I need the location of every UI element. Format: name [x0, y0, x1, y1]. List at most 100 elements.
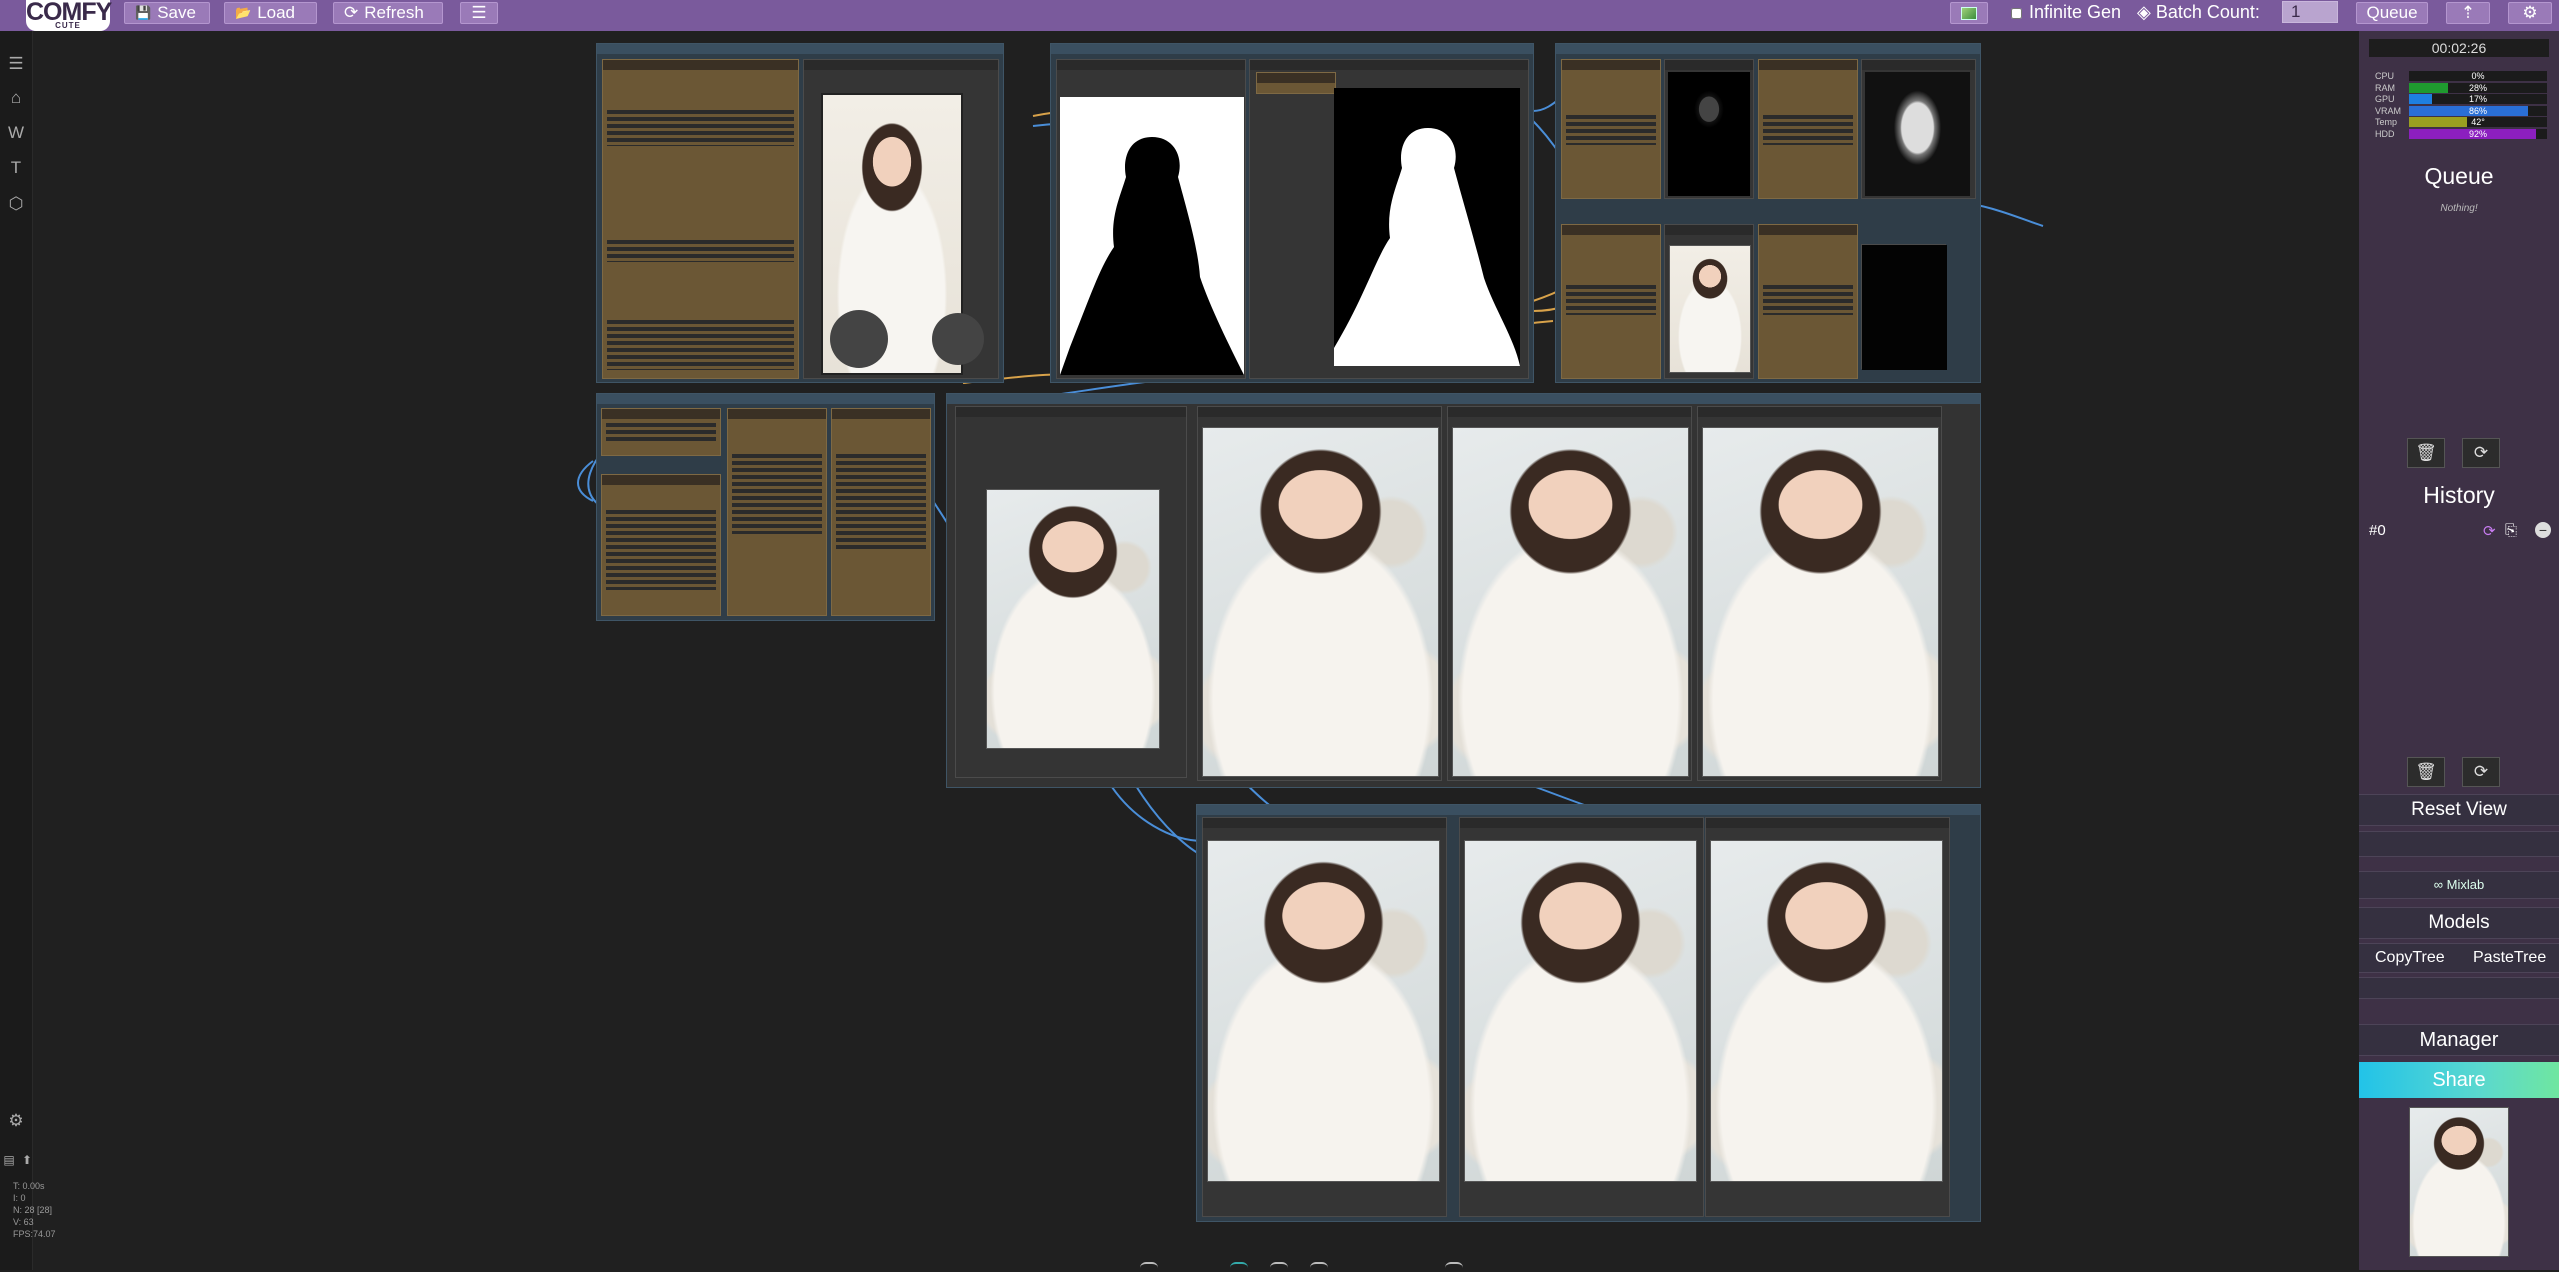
monitor-value: 86%	[2468, 105, 2487, 116]
monitor-row-ram: RAM 28%	[2375, 82, 2547, 94]
node-preview-input[interactable]	[803, 59, 999, 379]
home-icon[interactable]: ⌂	[5, 87, 27, 109]
save-button[interactable]: 💾 Save	[124, 2, 210, 24]
load-file-icon[interactable]: ⎘	[2505, 522, 2517, 539]
group-mask[interactable]	[1050, 43, 1534, 383]
copy-tree-button[interactable]: CopyTree	[2375, 944, 2445, 972]
node-upscaled-1[interactable]	[1202, 817, 1447, 1217]
w-letter: W	[7, 123, 25, 142]
node-widgets[interactable]	[607, 110, 794, 146]
group-results[interactable]	[946, 393, 1981, 788]
node-depth-settings[interactable]	[1758, 59, 1858, 199]
right-panel: 00:02:26 CPU 0% RAM 28% GPU 17% VRAM 86% Temp 42°…	[2359, 31, 2559, 1270]
monitor-label: Temp	[2375, 117, 2398, 127]
node-ksampler[interactable]	[727, 408, 827, 616]
paste-tree-button[interactable]: PasteTree	[2473, 944, 2546, 972]
result-image-3	[1702, 427, 1939, 777]
refresh-icon: ⟳	[2473, 443, 2489, 462]
node-pose-settings[interactable]	[1561, 224, 1661, 379]
refresh-queue-button[interactable]: ⟳	[2462, 438, 2500, 468]
node-color-preview[interactable]	[1664, 224, 1754, 379]
t-icon[interactable]: T	[5, 157, 27, 179]
silhouette-white	[1334, 128, 1520, 366]
node-upscaled-2[interactable]	[1459, 817, 1704, 1217]
queue-front-button[interactable]: ⇡	[2446, 2, 2490, 24]
document-icon[interactable]: ▤	[2, 1149, 16, 1171]
settings-button[interactable]: ⚙	[2508, 2, 2552, 24]
mixlab-button[interactable]: ∞ Mixlab	[2359, 871, 2559, 899]
settings-cog-icon[interactable]: ⚙	[5, 1110, 27, 1132]
pin-icon[interactable]: ⬆	[20, 1149, 34, 1171]
spinner-icon[interactable]: ⟳	[2483, 522, 2496, 540]
node-widgets[interactable]	[607, 320, 794, 370]
reset-view-button[interactable]: Reset View	[2359, 794, 2559, 826]
node-header	[1759, 225, 1857, 235]
node-header	[804, 60, 998, 70]
node-header	[1562, 225, 1660, 235]
node-mask-preview-inverted[interactable]	[1056, 59, 1246, 379]
toolbar-icon[interactable]	[1230, 1262, 1248, 1272]
toolbar-icon[interactable]	[1270, 1262, 1288, 1272]
monitor-value: 92%	[2468, 128, 2487, 139]
w-icon[interactable]: W	[5, 122, 27, 144]
node-negative-prompt[interactable]	[601, 474, 721, 616]
node-result-3[interactable]	[1697, 406, 1942, 781]
save-icon: 💾	[135, 5, 152, 20]
clear-queue-button[interactable]: 🗑	[2407, 438, 2445, 468]
monitor-row-vram: VRAM 86%	[2375, 105, 2547, 117]
node-mask-preview[interactable]	[1249, 59, 1529, 379]
load-button[interactable]: 📂 Load	[224, 2, 317, 24]
latest-output-thumbnail[interactable]	[2409, 1107, 2509, 1257]
history-item[interactable]: #0 ⟳ ⎘ −	[2369, 522, 2554, 540]
image-gallery-button[interactable]	[1950, 2, 1988, 24]
monitor-row-cpu: CPU 0%	[2375, 71, 2547, 82]
share-button[interactable]: Share	[2359, 1062, 2559, 1098]
node-widgets[interactable]	[607, 240, 794, 262]
group-input[interactable]	[596, 43, 1004, 383]
node-mask-settings[interactable]	[1256, 72, 1336, 94]
monitor-label: HDD	[2375, 128, 2395, 139]
hamburger-icon[interactable]: ☰	[5, 53, 27, 75]
group-preprocessors[interactable]	[1555, 43, 1981, 383]
node-header	[1448, 407, 1691, 417]
group-upscaled[interactable]	[1196, 804, 1981, 1222]
toolbar-icon[interactable]	[1140, 1262, 1158, 1272]
clear-history-button[interactable]: 🗑	[2407, 757, 2445, 787]
node-lineart-settings[interactable]	[1561, 59, 1661, 199]
refresh-button[interactable]: ⟳ Refresh	[333, 2, 443, 24]
hamburger-icon: ☰	[471, 3, 487, 22]
history-title: History	[2423, 482, 2495, 508]
monitor-row-gpu: GPU 17%	[2375, 94, 2547, 105]
remove-icon[interactable]: −	[2535, 522, 2551, 538]
node-lineart-preview[interactable]	[1664, 59, 1754, 199]
manager-button[interactable]: Manager	[2359, 1024, 2559, 1056]
queue-prompt-button[interactable]: Queue	[2356, 2, 2428, 24]
node-result-2[interactable]	[1447, 406, 1692, 781]
refresh-history-button[interactable]: ⟳	[2462, 757, 2500, 787]
infinite-gen-checkbox[interactable]	[2011, 7, 2022, 19]
node-openpose-settings[interactable]	[1758, 224, 1858, 379]
node-openpose-preview[interactable]	[1861, 244, 1947, 370]
models-button[interactable]: Models	[2359, 907, 2559, 939]
node-prompt[interactable]	[601, 408, 721, 456]
infinite-gen-toggle[interactable]: Infinite Gen	[2011, 0, 2121, 24]
folder-icon: 📂	[235, 5, 252, 20]
node-header	[603, 60, 798, 70]
queue-title: Queue	[2424, 163, 2494, 189]
tree-buttons: CopyTree PasteTree	[2359, 943, 2559, 973]
node-ksampler-advanced[interactable]	[831, 408, 931, 616]
cube-icon[interactable]: ⬡	[5, 193, 27, 215]
node-header	[1665, 225, 1753, 235]
menu-button[interactable]: ☰	[460, 2, 498, 24]
toolbar-icon[interactable]	[1445, 1262, 1463, 1272]
node-load-image[interactable]	[602, 59, 799, 379]
node-depth-preview[interactable]	[1861, 59, 1976, 199]
node-canvas[interactable]	[33, 31, 2359, 1270]
node-preview-small[interactable]	[955, 406, 1187, 778]
node-upscaled-3[interactable]	[1705, 817, 1950, 1217]
toolbar-icon[interactable]	[1310, 1262, 1328, 1272]
logo-subtext: CUTE	[55, 21, 81, 30]
node-result-1[interactable]	[1197, 406, 1442, 781]
batch-count-input[interactable]	[2282, 1, 2338, 23]
group-sampler-settings[interactable]	[596, 393, 935, 621]
